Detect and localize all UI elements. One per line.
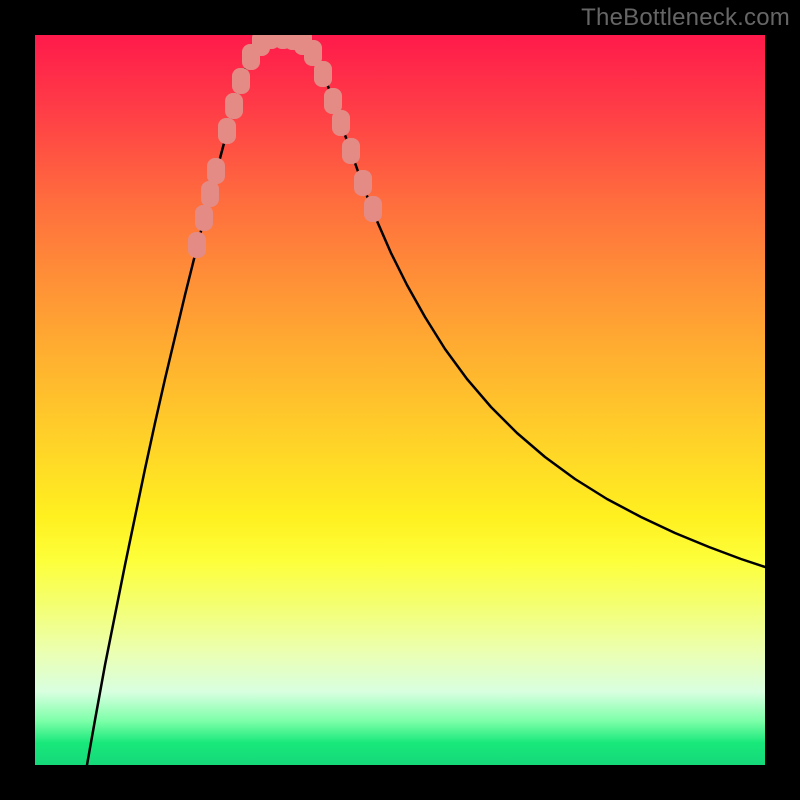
curve-right-curve xyxy=(295,35,765,567)
chart-svg xyxy=(35,35,765,765)
marker-left-5 xyxy=(225,93,243,119)
marker-right-6 xyxy=(332,110,350,136)
marker-left-0 xyxy=(188,232,206,258)
marker-left-6 xyxy=(232,68,250,94)
watermark-text: TheBottleneck.com xyxy=(581,4,790,32)
marker-right-9 xyxy=(364,196,382,222)
curve-left-curve xyxy=(87,35,269,765)
marker-left-1 xyxy=(195,205,213,231)
marker-left-2 xyxy=(201,181,219,207)
marker-right-4 xyxy=(314,61,332,87)
marker-left-3 xyxy=(207,158,225,184)
plot-area xyxy=(35,35,765,765)
marker-left-4 xyxy=(218,118,236,144)
chart-frame: TheBottleneck.com xyxy=(0,0,800,800)
marker-right-8 xyxy=(354,170,372,196)
marker-right-7 xyxy=(342,138,360,164)
